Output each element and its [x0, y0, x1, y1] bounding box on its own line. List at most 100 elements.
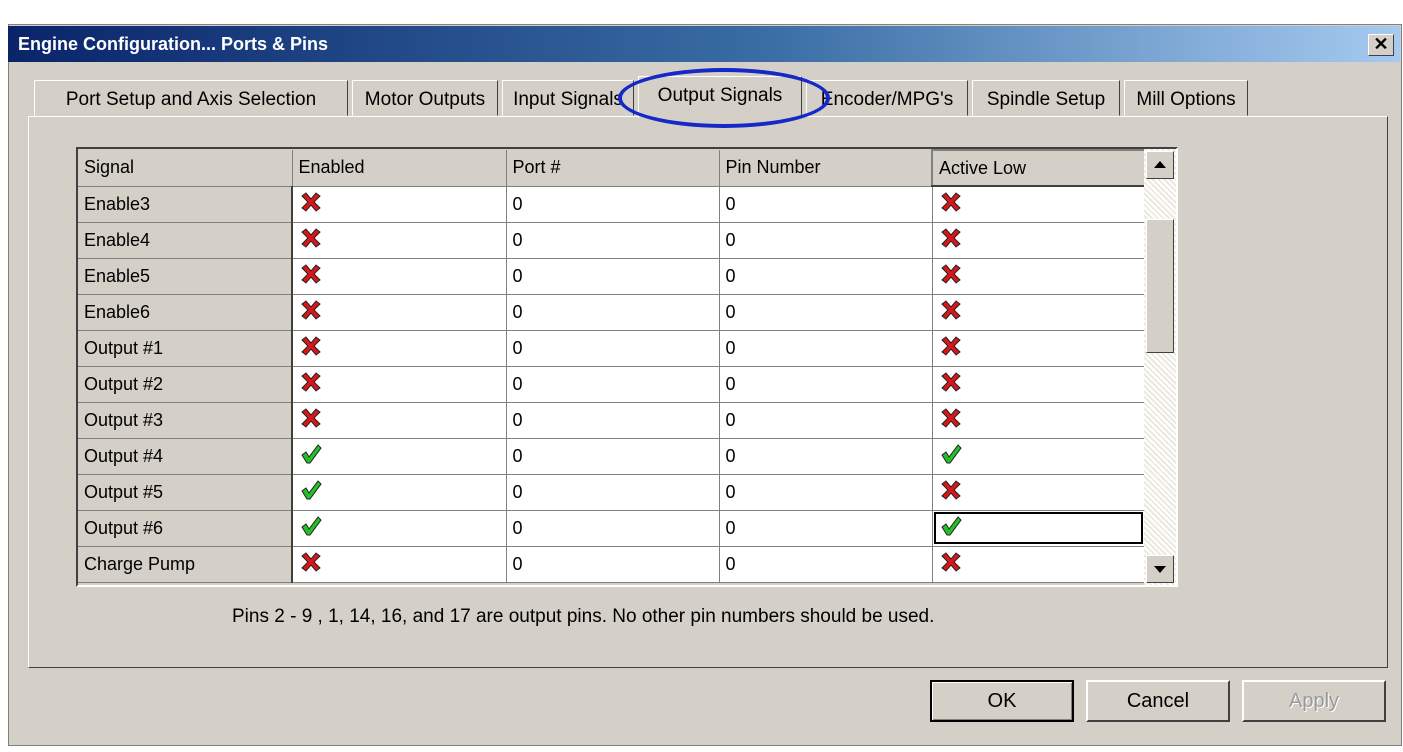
port-cell[interactable]: 0 — [506, 294, 720, 331]
red-x-icon — [939, 550, 963, 579]
active-low-cell[interactable] — [932, 546, 1146, 583]
enabled-cell[interactable] — [292, 438, 507, 475]
pin-number-cell[interactable]: 0 — [719, 546, 933, 583]
close-button[interactable]: ✕ — [1368, 34, 1394, 56]
active-low-cell[interactable] — [932, 402, 1146, 439]
pin-number-cell[interactable]: 0 — [719, 438, 933, 475]
red-x-icon — [299, 334, 323, 363]
signal-name[interactable]: Output #1 — [78, 330, 293, 367]
table-row[interactable]: Enable4 0 0 — [78, 222, 1146, 259]
port-cell[interactable]: 0 — [506, 438, 720, 475]
tab-motor-outputs[interactable]: Motor Outputs — [352, 80, 498, 116]
table-row[interactable]: Enable3 0 0 — [78, 186, 1146, 223]
active-low-cell[interactable] — [932, 294, 1146, 331]
enabled-cell[interactable] — [292, 510, 507, 547]
pin-number-cell[interactable]: 0 — [719, 222, 933, 259]
table-row[interactable]: Output #2 0 0 — [78, 366, 1146, 403]
red-x-icon — [299, 190, 323, 219]
red-x-icon — [939, 190, 963, 219]
red-x-icon — [939, 478, 963, 507]
column-header-enabled[interactable]: Enabled — [292, 150, 507, 187]
enabled-cell[interactable] — [292, 546, 507, 583]
signal-name[interactable]: Output #5 — [78, 474, 293, 511]
port-cell[interactable]: 0 — [506, 366, 720, 403]
pin-number-cell[interactable]: 0 — [719, 510, 933, 547]
active-low-cell[interactable] — [932, 474, 1146, 511]
chevron-up-icon — [1154, 161, 1166, 168]
enabled-cell[interactable] — [292, 402, 507, 439]
enabled-cell[interactable] — [292, 258, 507, 295]
table-row[interactable]: Output #6 0 0 — [78, 510, 1146, 547]
table-row[interactable]: Enable6 0 0 — [78, 294, 1146, 331]
active-low-cell[interactable] — [932, 258, 1146, 295]
active-low-cell[interactable] — [932, 330, 1146, 367]
table-row[interactable]: Output #1 0 0 — [78, 330, 1146, 367]
signal-name[interactable]: Enable6 — [78, 294, 293, 331]
column-header-signal[interactable]: Signal — [78, 150, 293, 187]
pin-number-cell[interactable]: 0 — [719, 330, 933, 367]
port-cell[interactable]: 0 — [506, 330, 720, 367]
pin-number-cell[interactable]: 0 — [719, 402, 933, 439]
table-row[interactable]: Output #4 0 0 — [78, 438, 1146, 475]
active-low-cell[interactable] — [932, 366, 1146, 403]
red-x-icon — [299, 370, 323, 399]
scroll-down-button[interactable] — [1146, 555, 1174, 583]
table-row[interactable]: Output #3 0 0 — [78, 402, 1146, 439]
red-x-icon — [299, 226, 323, 255]
pin-number-cell[interactable]: 0 — [719, 294, 933, 331]
tab-mill-options[interactable]: Mill Options — [1124, 80, 1248, 116]
red-x-icon — [939, 226, 963, 255]
column-header-active-low[interactable]: Active Low — [931, 149, 1146, 187]
scroll-up-button[interactable] — [1146, 151, 1174, 179]
tab-encoder-mpg[interactable]: Encoder/MPG's — [806, 80, 968, 116]
apply-button[interactable]: Apply — [1242, 680, 1386, 722]
tab-input-signals[interactable]: Input Signals — [502, 80, 634, 116]
red-x-icon — [939, 370, 963, 399]
table-row[interactable]: Output #5 0 0 — [78, 474, 1146, 511]
signal-name[interactable]: Output #3 — [78, 402, 293, 439]
vertical-scrollbar[interactable] — [1144, 149, 1176, 585]
table-row[interactable]: Charge Pump 0 0 — [78, 546, 1146, 583]
pin-number-cell[interactable]: 0 — [719, 186, 933, 223]
port-cell[interactable]: 0 — [506, 402, 720, 439]
port-cell[interactable]: 0 — [506, 186, 720, 223]
red-x-icon — [299, 550, 323, 579]
enabled-cell[interactable] — [292, 330, 507, 367]
tab-port-setup[interactable]: Port Setup and Axis Selection — [34, 80, 348, 116]
active-low-cell[interactable] — [932, 510, 1146, 547]
port-cell[interactable]: 0 — [506, 222, 720, 259]
enabled-cell[interactable] — [292, 366, 507, 403]
cancel-button[interactable]: Cancel — [1086, 680, 1230, 722]
signal-name[interactable]: Output #2 — [78, 366, 293, 403]
port-cell[interactable]: 0 — [506, 510, 720, 547]
signal-name[interactable]: Enable3 — [78, 186, 293, 223]
ok-button[interactable]: OK — [930, 680, 1074, 722]
signal-name[interactable]: Enable4 — [78, 222, 293, 259]
port-cell[interactable]: 0 — [506, 474, 720, 511]
signal-name[interactable]: Output #4 — [78, 438, 293, 475]
signal-name[interactable]: Output #6 — [78, 510, 293, 547]
pin-number-cell[interactable]: 0 — [719, 366, 933, 403]
port-cell[interactable]: 0 — [506, 258, 720, 295]
port-cell[interactable]: 0 — [506, 546, 720, 583]
red-x-icon — [939, 406, 963, 435]
active-low-cell[interactable] — [932, 438, 1146, 475]
enabled-cell[interactable] — [292, 474, 507, 511]
pin-number-cell[interactable]: 0 — [719, 258, 933, 295]
pin-number-cell[interactable]: 0 — [719, 474, 933, 511]
enabled-cell[interactable] — [292, 294, 507, 331]
red-x-icon — [299, 298, 323, 327]
enabled-cell[interactable] — [292, 186, 507, 223]
green-check-icon — [299, 514, 323, 543]
window-title: Engine Configuration... Ports & Pins — [18, 34, 329, 54]
table-row[interactable]: Enable5 0 0 — [78, 258, 1146, 295]
scroll-thumb[interactable] — [1146, 219, 1174, 353]
signal-name[interactable]: Enable5 — [78, 258, 293, 295]
active-low-cell[interactable] — [932, 186, 1146, 223]
active-low-cell[interactable] — [932, 222, 1146, 259]
enabled-cell[interactable] — [292, 222, 507, 259]
column-header-pin-number[interactable]: Pin Number — [719, 150, 933, 187]
signal-name[interactable]: Charge Pump — [78, 546, 293, 583]
column-header-port[interactable]: Port # — [506, 150, 720, 187]
tab-spindle-setup[interactable]: Spindle Setup — [972, 80, 1120, 116]
